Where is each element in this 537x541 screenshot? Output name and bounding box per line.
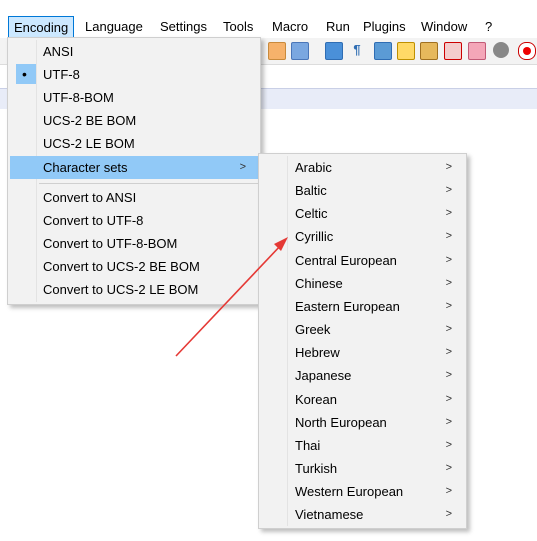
annotation-arrow	[175, 237, 288, 357]
annotation-arrow-line	[175, 243, 283, 357]
annotation-arrow-head	[274, 237, 288, 251]
